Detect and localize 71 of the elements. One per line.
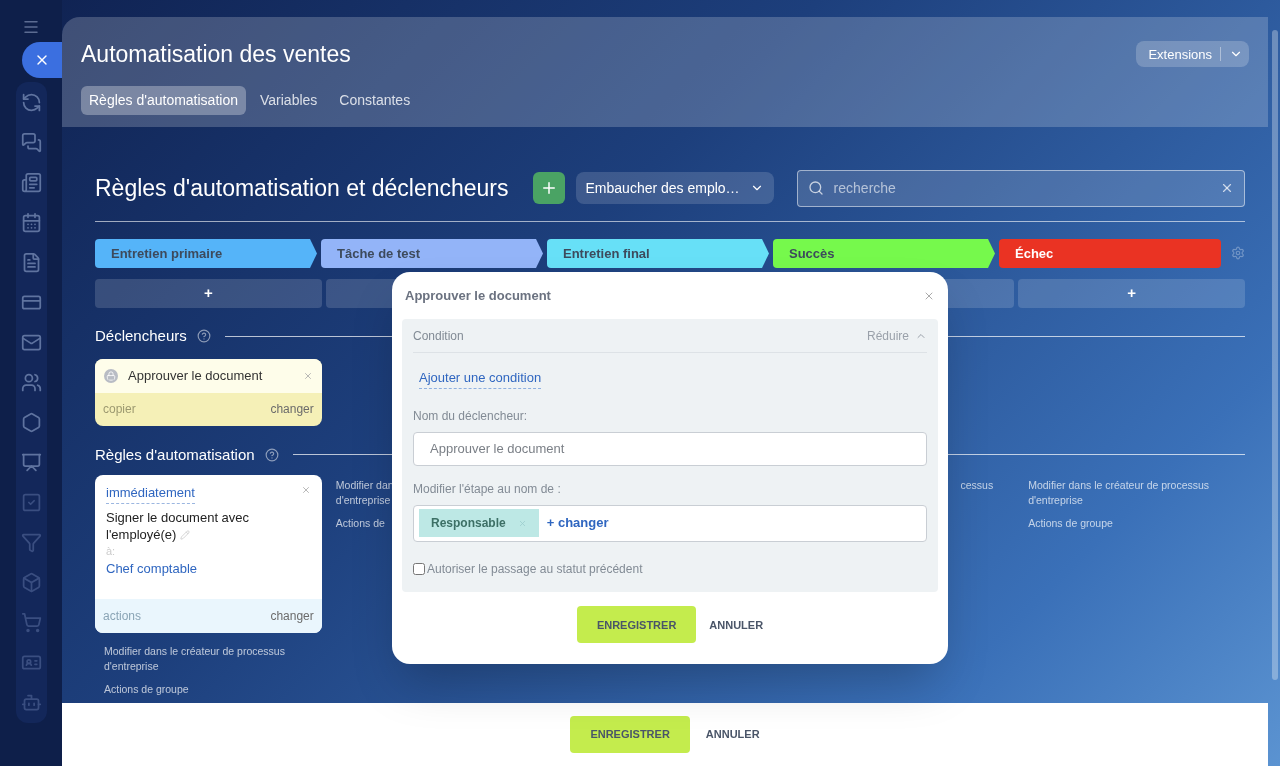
stage-header[interactable]: Succès [773, 239, 995, 268]
close-icon[interactable] [300, 485, 311, 495]
tab[interactable]: Règles d'automatisation [81, 85, 246, 115]
search-field[interactable]: recherche [796, 169, 1245, 207]
checkbox-icon[interactable] [20, 492, 42, 513]
close-icon[interactable] [302, 370, 313, 381]
change-link[interactable]: + changer [546, 513, 609, 533]
stage-header[interactable]: Tâche de test [321, 239, 543, 268]
search-input[interactable]: recherche [833, 177, 1210, 199]
edit-link[interactable]: changer [270, 400, 314, 418]
presentation-board-icon[interactable] [20, 452, 42, 473]
add-rule-button[interactable]: + [1018, 279, 1245, 308]
rules-heading: Règles d'automatisation [95, 444, 255, 465]
newspaper-icon[interactable] [20, 172, 42, 193]
add-button[interactable] [532, 172, 565, 204]
trigger-card[interactable]: Approuver le document copier changer [95, 358, 322, 426]
scrollbar[interactable] [1272, 30, 1278, 680]
checkbox[interactable] [413, 562, 425, 575]
pipeline-label: Embaucher des emplo… [585, 178, 740, 198]
save-button[interactable]: ENREGISTRER [576, 606, 697, 644]
field-label: Modifier l'étape au nom de : [413, 480, 562, 498]
triggers-heading: Déclencheurs [95, 326, 187, 346]
help-icon[interactable] [196, 329, 211, 344]
section-title: Règles d'automatisation et déclencheurs [95, 173, 509, 203]
clear-icon[interactable] [1220, 181, 1234, 195]
extensions-button[interactable]: Extensions [1136, 41, 1249, 68]
rule-link[interactable]: Modifier dans le créateur de processus d'entreprise [95, 644, 322, 674]
help-icon[interactable] [264, 447, 279, 462]
stage-field[interactable]: Responsable + changer [413, 504, 927, 542]
search-icon [807, 180, 824, 196]
stage-header[interactable]: Échec [999, 239, 1221, 268]
trigger-name: Approuver le document [128, 366, 264, 385]
lock-icon [104, 368, 118, 383]
hexagon-icon[interactable] [20, 412, 42, 433]
pipeline-dropdown[interactable]: Embaucher des emplo… [575, 172, 774, 204]
add-rule-button[interactable]: + [95, 279, 322, 308]
delay-link[interactable]: immédiatement [106, 483, 195, 504]
section-label: Condition [413, 327, 464, 345]
rule-link[interactable]: Actions de groupe [95, 682, 322, 697]
name-field[interactable]: Approuver le document [413, 431, 927, 466]
cart-icon[interactable] [20, 612, 42, 633]
save-button[interactable]: ENREGISTRER [570, 716, 690, 753]
edit-link[interactable]: changer [270, 607, 314, 625]
chat-bubbles-icon[interactable] [20, 132, 42, 153]
stage-header[interactable]: Entretien primaire [95, 239, 317, 268]
robot-icon[interactable] [20, 692, 42, 713]
rule-link[interactable]: cessus [950, 478, 994, 493]
dialog-title: Approuver le document [405, 286, 551, 305]
cancel-button[interactable]: ANNULER [709, 616, 764, 633]
settings-icon[interactable] [1231, 246, 1245, 260]
add-condition-link[interactable]: Ajouter une condition [419, 368, 542, 389]
rule-link[interactable]: Actions de groupe [1018, 516, 1245, 531]
cancel-button[interactable]: ANNULER [705, 726, 760, 743]
rule-title: Signer le document avec l'employé(e) [106, 508, 251, 543]
cube-icon[interactable] [20, 572, 42, 593]
checkbox-label: Autoriser le passage au statut précédent [427, 560, 643, 578]
responsible-tag: Responsable [419, 509, 539, 537]
page-title: Automatisation des ventes [81, 40, 351, 69]
tab[interactable]: Constantes [331, 85, 419, 115]
cycle-arrows-icon[interactable] [20, 92, 42, 113]
menu-icon[interactable] [22, 18, 40, 36]
recipient-link[interactable]: Chef comptable [106, 559, 311, 579]
field-label: Nom du déclencheur: [413, 407, 529, 425]
close-button[interactable] [22, 42, 62, 78]
rule-link[interactable]: Modifier dans le créateur de processus d'entreprise [1018, 478, 1245, 508]
funnel-icon[interactable] [20, 532, 42, 553]
calendar-icon[interactable] [20, 212, 42, 233]
people-icon[interactable] [20, 372, 42, 393]
envelope-icon[interactable] [20, 332, 42, 353]
stage-header[interactable]: Entretien final [547, 239, 769, 268]
tab[interactable]: Variables [252, 85, 326, 115]
